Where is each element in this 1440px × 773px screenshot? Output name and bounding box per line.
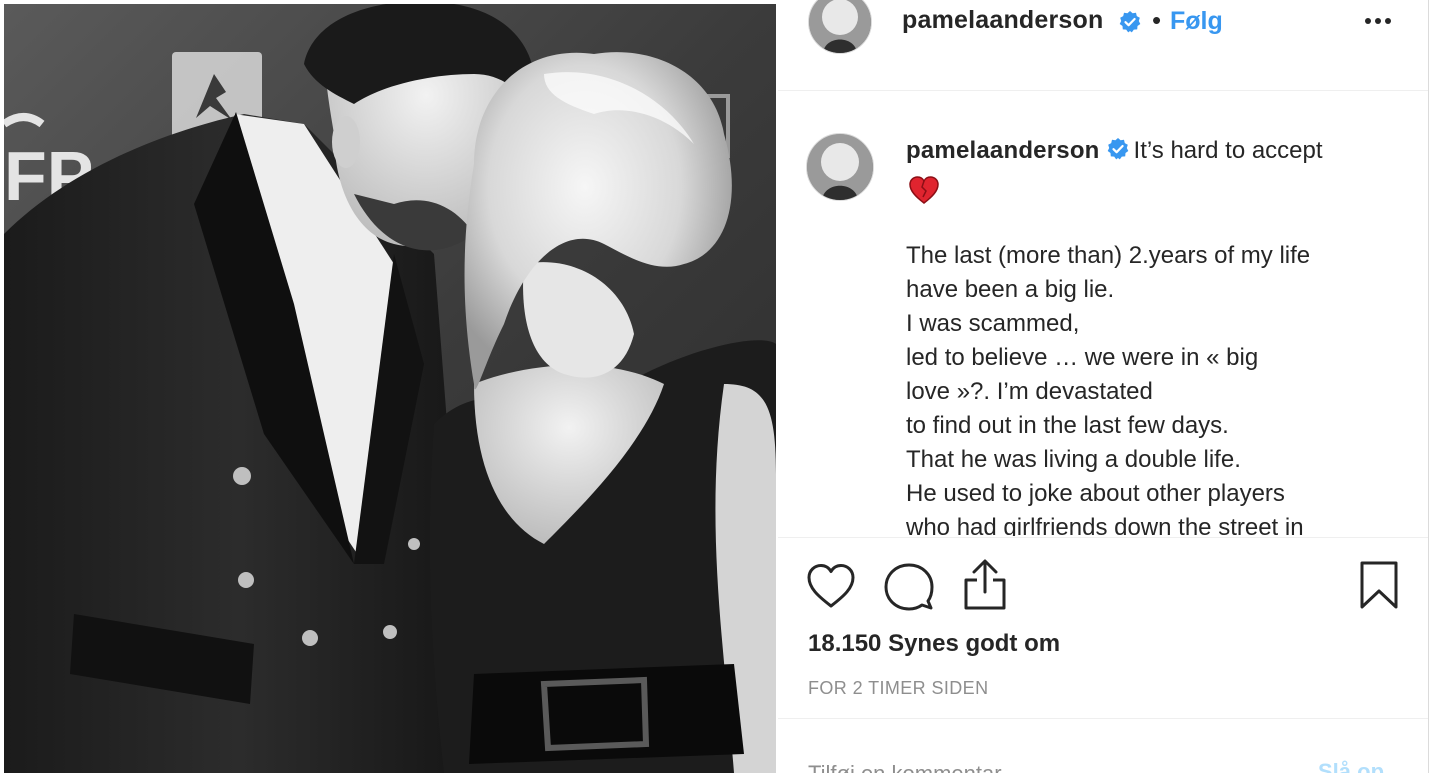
caption-line: have been a big lie. xyxy=(906,276,1115,303)
post-comment-button[interactable]: Slå op xyxy=(1318,759,1384,773)
post-photo[interactable]: FP xyxy=(4,4,776,773)
caption-header-line: pamelaanderson It’s hard to accept xyxy=(906,137,1323,165)
caption-username[interactable]: pamelaanderson xyxy=(906,137,1100,164)
avatar-image xyxy=(807,134,873,200)
caption-line: love »?. I’m devastated xyxy=(906,378,1153,405)
caption-first-text: It’s hard to accept xyxy=(1133,137,1323,164)
caption-avatar[interactable] xyxy=(806,133,874,201)
likes-count[interactable]: 18.150 Synes godt om xyxy=(808,630,1060,658)
post-header: pamelaanderson • Følg xyxy=(778,0,1428,91)
post-photo-image: FP xyxy=(4,4,776,773)
comment-bubble-icon[interactable] xyxy=(884,562,934,612)
bookmark-icon[interactable] xyxy=(1358,560,1400,610)
more-horizontal-icon[interactable] xyxy=(1362,6,1394,36)
comment-input[interactable] xyxy=(808,759,1288,773)
caption-section[interactable]: pamelaanderson It’s hard to accept The l… xyxy=(778,91,1428,536)
follow-button[interactable]: Følg xyxy=(1170,7,1223,36)
post-actions: 18.150 Synes godt om FOR 2 TIMER SIDEN xyxy=(778,537,1428,718)
panel-border xyxy=(1428,0,1429,773)
caption-line: He used to joke about other players xyxy=(906,480,1285,507)
instagram-post-page: FP pamelaanderson • Følg pamelaanderson … xyxy=(0,0,1440,773)
post-timestamp[interactable]: FOR 2 TIMER SIDEN xyxy=(808,678,989,699)
heart-outline-icon[interactable] xyxy=(806,562,856,610)
header-avatar[interactable] xyxy=(808,0,872,54)
avatar-image xyxy=(809,0,871,53)
post-side-panel: pamelaanderson • Følg pamelaanderson It’… xyxy=(778,0,1428,773)
caption-line: who had girlfriends down the street in xyxy=(906,514,1304,536)
caption-line: to find out in the last few days. xyxy=(906,412,1229,439)
caption-line: The last (more than) 2.years of my life xyxy=(906,242,1311,269)
comment-bar: Slå op xyxy=(778,718,1428,773)
share-upload-icon[interactable] xyxy=(962,558,1008,612)
caption-line: led to believe … we were in « big xyxy=(906,344,1259,371)
caption-line: I was scammed, xyxy=(906,310,1080,337)
red-heart-emoji-icon xyxy=(909,176,939,204)
header-username[interactable]: pamelaanderson xyxy=(902,6,1103,35)
verified-badge-icon xyxy=(1107,138,1128,160)
verified-badge-icon xyxy=(1119,11,1141,33)
header-separator: • xyxy=(1152,5,1162,35)
caption-line: That he was living a double life. xyxy=(906,446,1241,473)
caption-body: The last (more than) 2.years of my life … xyxy=(906,239,1406,536)
